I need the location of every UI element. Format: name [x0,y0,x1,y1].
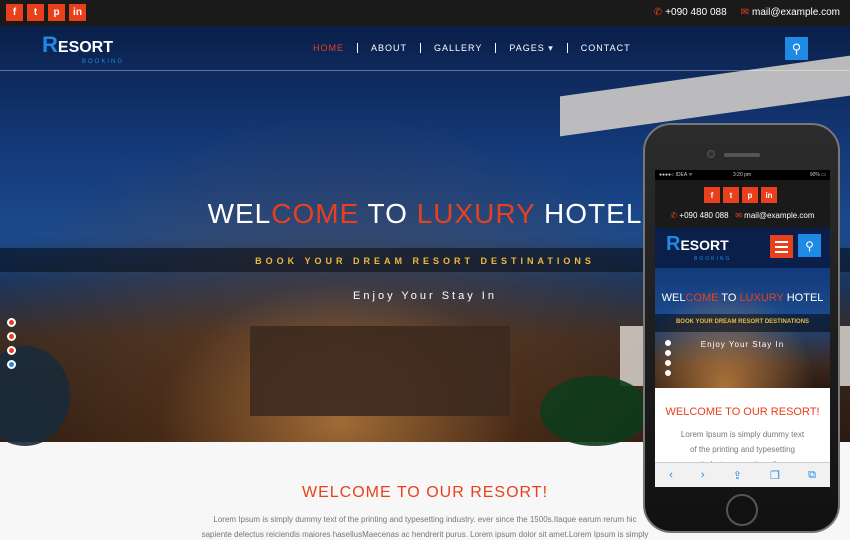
bookmarks-icon[interactable]: ❐ [770,469,780,482]
phone-icon: ✆ [670,211,678,220]
mobile-logo[interactable]: RESORT BOOKING [666,233,729,262]
mobile-top-bar: f t p in ✆ +090 480 088 ✉ mail@example.c… [655,180,830,228]
status-time: 3:20 pm [733,172,752,178]
slider-dot[interactable] [665,370,671,376]
mobile-tagline: BOOK YOUR DREAM RESORT DESTINATIONS [675,319,810,325]
mobile-subtitle: Enjoy Your Stay In [700,340,785,349]
slider-dots [7,318,16,369]
site-logo[interactable]: RESORT BOOKING [42,32,122,65]
deck-railing [250,326,510,416]
back-icon[interactable]: ‹ [669,469,673,481]
tabs-icon[interactable]: ⧉ [808,469,816,482]
mobile-slider-dots [665,340,671,376]
phone-speaker [724,153,760,157]
linkedin-icon[interactable]: in [761,187,777,203]
slider-dot[interactable] [665,340,671,346]
search-icon: ⚲ [805,238,814,253]
search-icon: ⚲ [791,40,802,56]
logo-subtitle: BOOKING [694,256,732,262]
phone-status-bar: ●●●●○ IDEA ᯤ 3:20 pm 90% ▭ [655,170,830,180]
phone-contact[interactable]: ✆ +090 480 088 [654,7,727,18]
facebook-icon[interactable]: f [704,187,720,203]
mobile-hero: WELCOME TO LUXURY HOTEL BOOK YOUR DREAM … [655,268,830,388]
slider-dot[interactable] [7,332,16,341]
phone-icon: ✆ [653,7,663,18]
mobile-phone[interactable]: +090 480 088 [679,211,728,220]
home-button[interactable] [726,494,758,526]
mobile-search-button[interactable]: ⚲ [798,234,821,257]
pinterest-icon[interactable]: p [48,4,65,21]
nav-menu: HOME ABOUT GALLERY PAGES ▾ CONTACT [300,43,644,53]
hamburger-menu-icon[interactable] [770,235,793,258]
page: f t p in ✆ +090 480 088 ✉ mail@example.com… [0,0,850,540]
search-button[interactable]: ⚲ [785,37,808,60]
linkedin-icon[interactable]: in [69,4,86,21]
main-navbar: RESORT BOOKING HOME ABOUT GALLERY PAGES … [0,26,850,71]
nav-gallery[interactable]: GALLERY [421,43,497,53]
carrier-signal: ●●●●○ IDEA ᯤ [659,172,693,178]
logo-subtitle: BOOKING [82,59,125,65]
forward-icon[interactable]: › [701,469,705,481]
slider-dot[interactable] [7,346,16,355]
nav-home[interactable]: HOME [300,43,358,53]
mail-icon: ✉ [740,7,750,18]
mobile-header: RESORT BOOKING ⚲ [655,228,830,268]
mobile-social-links: f t p in [704,187,777,203]
slider-dot[interactable] [7,318,16,327]
twitter-icon[interactable]: t [723,187,739,203]
mobile-email[interactable]: mail@example.com [744,211,814,220]
email-contact[interactable]: ✉ mail@example.com [741,7,840,18]
mobile-section-title: WELCOME TO OUR RESORT! [665,406,820,418]
phone-camera [707,150,715,158]
nav-about[interactable]: ABOUT [358,43,422,53]
nav-contact[interactable]: CONTACT [568,43,644,53]
nav-pages[interactable]: PAGES ▾ [496,43,568,53]
phone-mockup: ●●●●○ IDEA ᯤ 3:20 pm 90% ▭ f t p in ✆ +0… [643,123,840,533]
slider-dot[interactable] [665,360,671,366]
palm-tree [540,376,650,446]
slider-dot[interactable] [665,350,671,356]
mobile-contact: ✆ +090 480 088 ✉ mail@example.com [655,211,830,220]
share-icon[interactable]: ⇪ [733,469,742,482]
logo-text: ESORT [680,237,729,253]
phone-number: +090 480 088 [665,7,727,18]
phone-screen: ●●●●○ IDEA ᯤ 3:20 pm 90% ▭ f t p in ✆ +0… [655,170,830,487]
twitter-icon[interactable]: t [27,4,44,21]
logo-initial: R [666,233,681,255]
logo-initial: R [42,32,58,57]
slider-dot-active[interactable] [7,360,16,369]
contact-info: ✆ +090 480 088 ✉ mail@example.com [654,7,840,18]
mail-icon: ✉ [735,211,742,220]
top-bar: f t p in ✆ +090 480 088 ✉ mail@example.com [0,0,850,26]
logo-text: ESORT [57,39,114,56]
safari-toolbar: ‹ › ⇪ ❐ ⧉ [655,462,830,487]
facebook-icon[interactable]: f [6,4,23,21]
email-address: mail@example.com [752,7,840,18]
mobile-headline: WELCOME TO LUXURY HOTEL [661,292,824,304]
social-links: f t p in [6,4,86,21]
battery-indicator: 90% ▭ [809,172,826,178]
pinterest-icon[interactable]: p [742,187,758,203]
